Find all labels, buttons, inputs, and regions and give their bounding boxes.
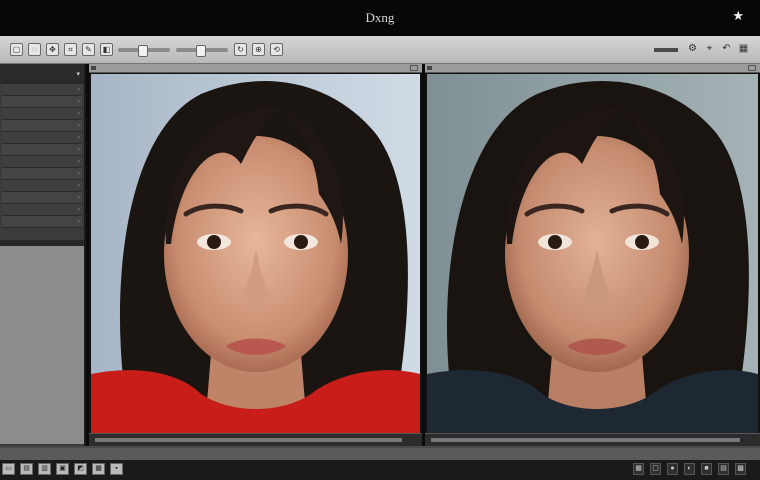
list-item[interactable]: ◦: [2, 144, 82, 156]
fx-icon[interactable]: ▦: [92, 463, 105, 475]
window-title: Dxng: [365, 10, 395, 25]
scroll-track[interactable]: [95, 438, 402, 442]
eye-icon[interactable]: ◦: [78, 171, 80, 177]
list-item[interactable]: ◦: [2, 168, 82, 180]
adjust-icon[interactable]: ◩: [74, 463, 87, 475]
list-item[interactable]: ◦: [2, 180, 82, 192]
eye-icon[interactable]: ◦: [78, 99, 80, 105]
grid-icon[interactable]: ▦: [737, 43, 750, 56]
list-item[interactable]: ◦: [2, 132, 82, 144]
original-image-pane: [89, 64, 422, 446]
portrait-canvas[interactable]: [427, 74, 758, 433]
toolbar-right-group: ⚙ ⌖ ↶ ▦: [654, 43, 754, 56]
layers-icon[interactable]: ▤: [718, 463, 729, 475]
gear-icon[interactable]: ⚙: [686, 43, 699, 56]
portrait-canvas[interactable]: [91, 74, 420, 433]
close-icon[interactable]: [748, 65, 756, 71]
swatch-icon[interactable]: ▩: [735, 463, 746, 475]
portrait-image: [91, 74, 420, 433]
move-tool-button[interactable]: ✥: [46, 43, 59, 56]
new-layer-icon[interactable]: ▭: [2, 463, 15, 475]
status-left-icons: ▭ ▤ ▥ ▣ ◩ ▦ ▪: [2, 463, 128, 475]
pane-scrollbar[interactable]: [425, 433, 760, 446]
star-icon[interactable]: ★: [732, 8, 744, 24]
list-item[interactable]: ◦: [2, 108, 82, 120]
eye-icon[interactable]: ◦: [78, 111, 80, 117]
tab-icon: [427, 66, 432, 70]
zoom-button[interactable]: ⊕: [252, 43, 265, 56]
mask-icon[interactable]: ▣: [56, 463, 69, 475]
eye-icon[interactable]: ◦: [78, 147, 80, 153]
window-icon[interactable]: ▢: [650, 463, 661, 475]
status-top-strip: [0, 448, 760, 460]
eraser-tool-button[interactable]: ◧: [100, 43, 113, 56]
lasso-tool-button[interactable]: ◌: [28, 43, 41, 56]
toolbar: ▢ ◌ ✥ ⌗ ✎ ◧ ↻ ⊕ ⟲ ⚙ ⌖ ↶ ▦: [0, 36, 760, 64]
list-item[interactable]: ◦: [2, 120, 82, 132]
portrait-image: [427, 74, 758, 433]
undo-icon[interactable]: ↶: [720, 43, 733, 56]
folder-icon[interactable]: ▥: [38, 463, 51, 475]
eye-icon[interactable]: ◦: [78, 123, 80, 129]
eye-icon[interactable]: ◦: [78, 159, 80, 165]
sidebar-rows: ◦ ◦ ◦ ◦ ◦ ◦ ◦ ◦ ◦ ◦ ◦ ◦: [0, 84, 84, 228]
list-item[interactable]: ◦: [2, 96, 82, 108]
edited-image-pane: [425, 64, 760, 446]
crosshair-icon[interactable]: ⌖: [703, 43, 716, 56]
trash-icon[interactable]: ▪: [110, 463, 123, 475]
properties-panel: [0, 246, 84, 444]
history-button[interactable]: ⟲: [270, 43, 283, 56]
brush-tool-button[interactable]: ✎: [82, 43, 95, 56]
list-item[interactable]: ◦: [2, 216, 82, 228]
list-item[interactable]: ◦: [2, 204, 82, 216]
crop-tool-button[interactable]: ⌗: [64, 43, 77, 56]
tab-icon: [91, 66, 96, 70]
list-item[interactable]: ◦: [2, 84, 82, 96]
pane-header: [89, 64, 422, 73]
half-circle-icon[interactable]: ◐: [684, 463, 695, 475]
close-icon[interactable]: [410, 65, 418, 71]
sidebar-header: ▾: [0, 64, 84, 84]
eye-icon[interactable]: ◦: [78, 87, 80, 93]
record-icon[interactable]: ●: [667, 463, 678, 475]
chevron-down-icon[interactable]: ▾: [76, 70, 80, 78]
status-bar: ▭ ▤ ▥ ▣ ◩ ▦ ▪ ▦ ▢ ● ◐ ■ ▤ ▩: [0, 446, 760, 480]
list-item[interactable]: ◦: [2, 192, 82, 204]
eye-icon[interactable]: ◦: [78, 183, 80, 189]
opacity-slider[interactable]: [176, 44, 228, 57]
layers-sidebar: ▾ ◦ ◦ ◦ ◦ ◦ ◦ ◦ ◦ ◦ ◦ ◦ ◦: [0, 64, 86, 446]
eye-icon[interactable]: ◦: [78, 219, 80, 225]
marquee-tool-button[interactable]: ▢: [10, 43, 23, 56]
document-icon[interactable]: ▤: [20, 463, 33, 475]
refresh-button[interactable]: ↻: [234, 43, 247, 56]
eye-icon[interactable]: ◦: [78, 195, 80, 201]
status-right-icons: ▦ ▢ ● ◐ ■ ▤ ▩: [633, 463, 752, 475]
title-bar: Dxng ★: [0, 0, 760, 36]
pane-header: [425, 64, 760, 73]
list-item[interactable]: ◦: [2, 156, 82, 168]
grid-icon[interactable]: ▦: [633, 463, 644, 475]
scroll-track[interactable]: [431, 438, 740, 442]
eye-icon[interactable]: ◦: [78, 135, 80, 141]
square-icon[interactable]: ■: [701, 463, 712, 475]
brush-size-slider[interactable]: [118, 44, 170, 57]
pane-scrollbar[interactable]: [89, 433, 422, 446]
eye-icon[interactable]: ◦: [78, 207, 80, 213]
progress-indicator: [654, 48, 678, 52]
